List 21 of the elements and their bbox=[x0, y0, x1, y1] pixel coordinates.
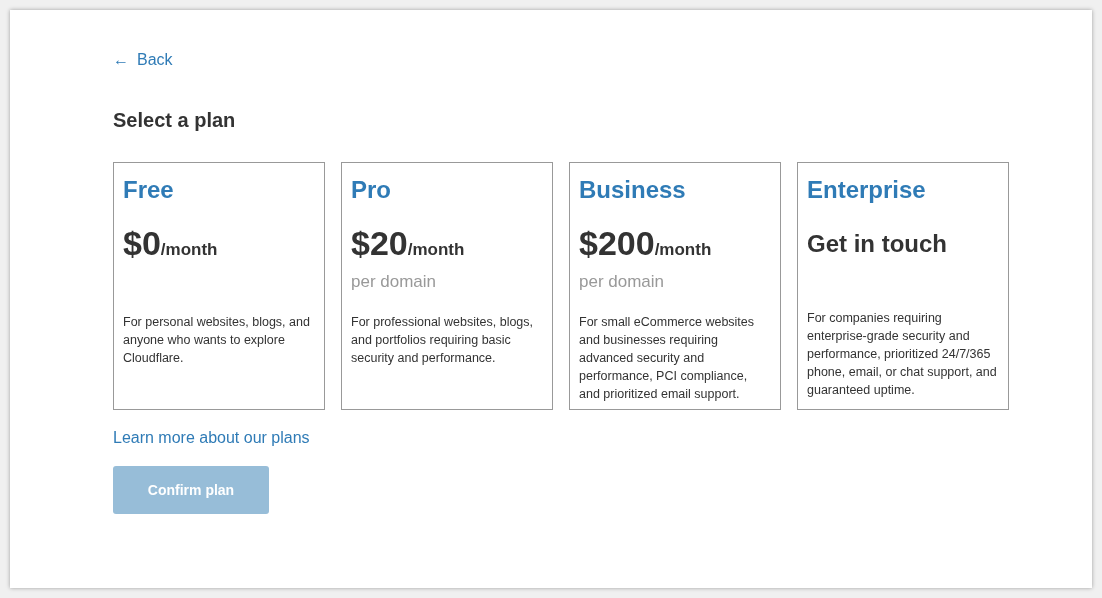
plan-card[interactable]: Enterprise Get in touch For companies requiring enterprise-grade security and performance, prioritized 24/7/365 phone, email, or chat support, and guaranteed uptime. bbox=[797, 162, 1009, 410]
plan-description: For professional websites, blogs, and portfolios requiring basic security and performance. bbox=[351, 314, 535, 367]
plan-name: Business bbox=[579, 175, 687, 205]
plan-name: Free bbox=[123, 175, 175, 205]
price-unit: per domain bbox=[579, 271, 666, 293]
plan-description: For companies requiring enterprise-grade security and performance, prioritized 24/7/365 phone, email, or chat support, and guaranteed uptime. bbox=[807, 310, 998, 399]
plan-price: $0/month bbox=[123, 223, 219, 264]
learn-more-link[interactable]: Learn more about our plans bbox=[113, 428, 310, 448]
plan-description: For small eCommerce websites and businesses requiring advanced security and performance, PCI compliance, and prioritized email support. bbox=[579, 314, 756, 403]
plan-card[interactable]: Business $200/month per domain For small eCommerce websites and businesses requiring advanced security and performance, PCI compliance, and prioritized email support. bbox=[569, 162, 781, 410]
plan-name: Enterprise bbox=[807, 175, 927, 205]
plan-card[interactable]: Free $0/month For personal websites, blogs, and anyone who wants to explore Cloudflare. bbox=[113, 162, 325, 410]
page-title: Select a plan bbox=[113, 108, 236, 133]
price-unit: per domain bbox=[351, 271, 438, 293]
plan-price: $200/month bbox=[579, 223, 713, 264]
plan-description: For personal websites, blogs, and anyone who wants to explore Cloudflare. bbox=[123, 314, 311, 367]
plan-card[interactable]: Pro $20/month per domain For professional websites, blogs, and portfolios requiring basic security and performance. bbox=[341, 162, 553, 410]
back-link[interactable]: ← Back bbox=[113, 48, 173, 72]
plan-name: Pro bbox=[351, 175, 392, 205]
contact-text: Get in touch bbox=[807, 229, 948, 259]
plan-price: $20/month bbox=[351, 223, 466, 264]
